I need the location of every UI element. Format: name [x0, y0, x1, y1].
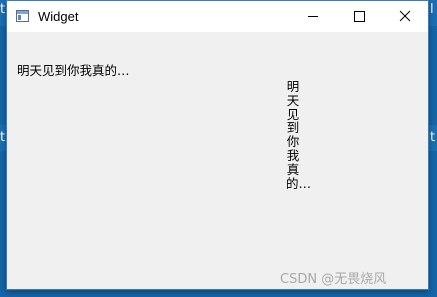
minimize-button[interactable]	[290, 1, 336, 32]
vertical-text-label: 明天见到你我真的…	[286, 79, 312, 191]
minimize-icon	[308, 16, 318, 17]
title-bar[interactable]: Widget	[7, 1, 428, 32]
widget-window: Widget 明天见到你我真的… 明天见到你我真的…	[6, 0, 429, 290]
background-fragment-left-mid: t	[0, 130, 6, 145]
horizontal-text-label: 明天见到你我真的…	[17, 63, 130, 78]
maximize-icon	[354, 11, 365, 22]
window-title: Widget	[38, 9, 79, 24]
close-icon	[399, 10, 411, 22]
close-button[interactable]	[382, 1, 428, 32]
csdn-watermark: CSDN @无畏烧风	[280, 272, 387, 287]
background-fragment-right-mid: t	[430, 130, 436, 145]
qt-window-icon	[16, 10, 29, 22]
background-fragment-left-top: t	[0, 2, 6, 17]
maximize-button[interactable]	[336, 1, 382, 32]
background-fragment-right-top: l	[430, 2, 434, 17]
